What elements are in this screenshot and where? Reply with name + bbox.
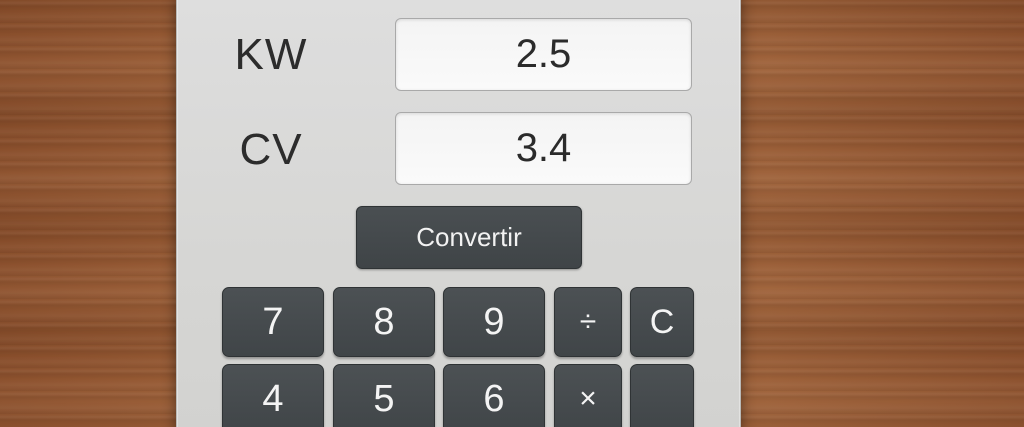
key-9[interactable]: 9	[443, 287, 545, 357]
key-5[interactable]: 5	[333, 364, 435, 427]
key-7[interactable]: 7	[222, 287, 324, 357]
kw-input[interactable]: 2.5	[395, 18, 692, 91]
key-blank[interactable]	[630, 364, 694, 427]
key-divide[interactable]: ÷	[554, 287, 622, 357]
key-6[interactable]: 6	[443, 364, 545, 427]
cv-input[interactable]: 3.4	[395, 112, 692, 185]
key-4[interactable]: 4	[222, 364, 324, 427]
converter-panel: KW 2.5 CV 3.4 Convertir 7 8 9 ÷ C 4 5 6 …	[176, 0, 741, 427]
cv-label: CV	[239, 125, 303, 174]
key-multiply[interactable]: ×	[554, 364, 622, 427]
key-8[interactable]: 8	[333, 287, 435, 357]
kw-label: KW	[234, 30, 308, 79]
convert-button[interactable]: Convertir	[356, 206, 582, 269]
key-clear[interactable]: C	[630, 287, 694, 357]
